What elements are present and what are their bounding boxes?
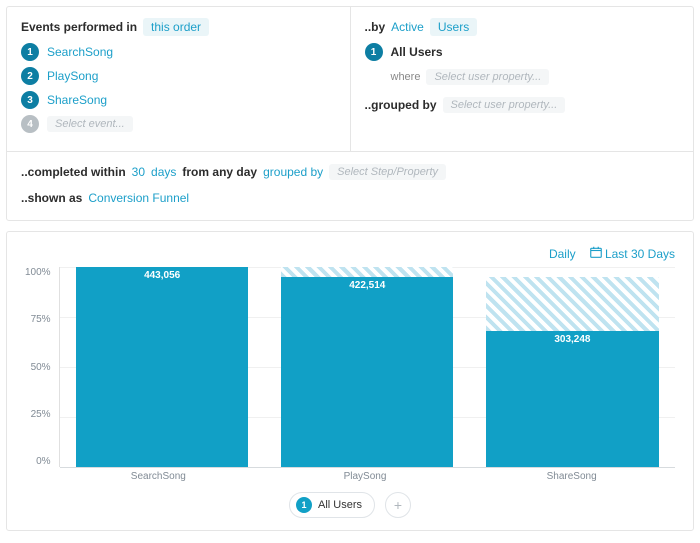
funnel-step-3[interactable]: 3 ShareSong	[21, 91, 336, 109]
x-tick: PlaySong	[278, 471, 452, 482]
y-tick: 25%	[31, 409, 51, 420]
grouped-by-label: ..grouped by	[365, 98, 437, 112]
bar-converted: 443,056	[76, 267, 248, 467]
y-tick: 75%	[31, 314, 51, 325]
y-tick: 100%	[25, 267, 51, 278]
interval-dropdown[interactable]: Daily	[549, 247, 576, 261]
add-segment-button[interactable]: +	[385, 492, 411, 518]
chart-legend: 1 All Users +	[25, 492, 675, 518]
events-column: Events performed in this order 1 SearchS…	[7, 7, 351, 151]
step-badge-muted: 4	[21, 115, 39, 133]
segment-row[interactable]: 1 All Users	[365, 43, 680, 61]
funnel-step-2[interactable]: 2 PlaySong	[21, 67, 336, 85]
by-users-chip[interactable]: Users	[430, 18, 477, 36]
where-placeholder[interactable]: Select user property...	[426, 69, 549, 85]
query-panel: Events performed in this order 1 SearchS…	[6, 6, 694, 221]
add-step-placeholder[interactable]: Select event...	[47, 116, 133, 132]
step-badge: 3	[21, 91, 39, 109]
legend-segment[interactable]: 1 All Users	[289, 492, 375, 518]
shown-as-value[interactable]: Conversion Funnel	[88, 191, 189, 205]
step-label[interactable]: SearchSong	[47, 45, 113, 59]
completed-within-label: ..completed within	[21, 165, 126, 179]
segment-label[interactable]: All Users	[391, 45, 443, 59]
x-tick: SearchSong	[72, 471, 246, 482]
by-label: ..by	[365, 20, 386, 34]
step-label[interactable]: ShareSong	[47, 93, 107, 107]
legend-label: All Users	[318, 499, 362, 511]
by-active[interactable]: Active	[391, 20, 424, 34]
x-tick: ShareSong	[485, 471, 659, 482]
completed-unit[interactable]: days	[151, 165, 176, 179]
where-label: where	[391, 71, 421, 83]
query-options-row: ..completed within 30 days from any day …	[7, 151, 693, 220]
events-label: Events performed in	[21, 20, 137, 34]
step-label[interactable]: PlaySong	[47, 69, 98, 83]
date-range-picker[interactable]: Last 30 Days	[590, 246, 675, 261]
step-grouped-by-label: grouped by	[263, 165, 323, 179]
bar-converted: 422,514	[281, 277, 453, 467]
step-badge: 2	[21, 67, 39, 85]
date-range-label: Last 30 Days	[605, 247, 675, 261]
order-chip[interactable]: this order	[143, 18, 209, 36]
y-axis: 100% 75% 50% 25% 0%	[25, 267, 59, 467]
step-grouped-by-placeholder[interactable]: Select Step/Property	[329, 164, 446, 180]
funnel-bar[interactable]: 443,056	[76, 267, 248, 467]
x-axis: SearchSong PlaySong ShareSong	[25, 471, 675, 482]
funnel-bar[interactable]: 422,514	[281, 267, 453, 467]
bar-dropoff	[281, 267, 453, 277]
step-badge: 1	[21, 43, 39, 61]
calendar-icon	[590, 246, 602, 258]
funnel-step-1[interactable]: 1 SearchSong	[21, 43, 336, 61]
segment-column: ..by Active Users 1 All Users where Sele…	[351, 7, 694, 151]
chart-plot: 443,056422,514303,248	[59, 267, 675, 467]
bar-converted: 303,248	[486, 331, 658, 467]
chart-area: 100% 75% 50% 25% 0% 443,056422,514303,24…	[25, 267, 675, 467]
grouped-by-placeholder[interactable]: Select user property...	[443, 97, 566, 113]
legend-badge: 1	[296, 497, 312, 513]
y-tick: 0%	[36, 456, 50, 467]
from-any-day: from any day	[182, 165, 257, 179]
shown-as-label: ..shown as	[21, 191, 82, 205]
y-tick: 50%	[31, 362, 51, 373]
completed-value[interactable]: 30	[132, 165, 145, 179]
chart-panel: Daily Last 30 Days 100% 75% 50% 25% 0% 4…	[6, 231, 694, 531]
bar-dropoff	[486, 277, 658, 331]
segment-badge: 1	[365, 43, 383, 61]
chart-header: Daily Last 30 Days	[25, 246, 675, 261]
add-funnel-step[interactable]: 4 Select event...	[21, 115, 336, 133]
funnel-bar[interactable]: 303,248	[486, 267, 658, 467]
